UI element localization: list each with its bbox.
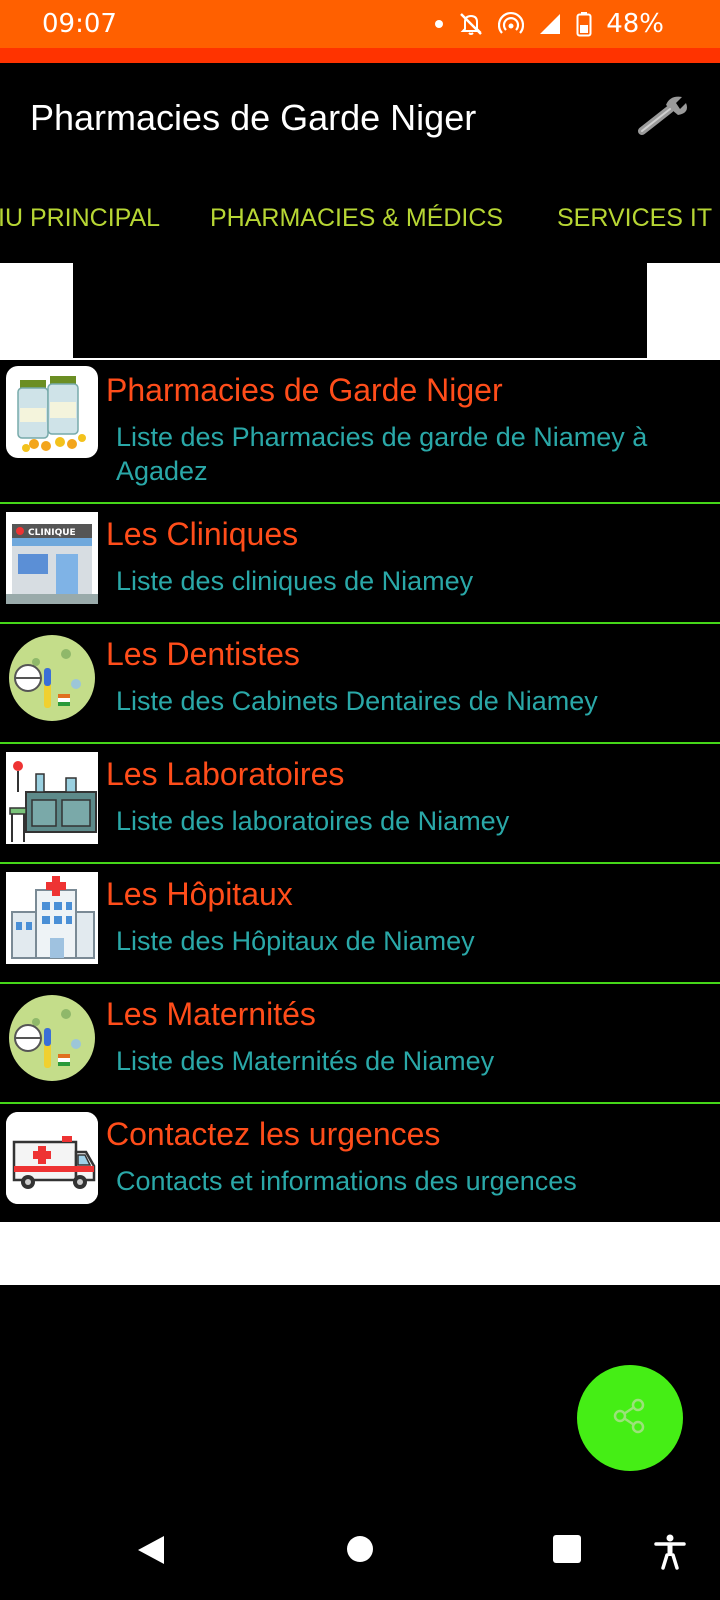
item-subtitle: Contacts et informations des urgences [116,1166,577,1196]
battery-percent: 48% [606,9,664,39]
battery-icon [576,11,592,37]
ambulance-icon [6,1112,98,1204]
list-item-urgences[interactable]: Contactez les urgences Contacts et infor… [0,1104,720,1222]
bell-off-icon [458,11,484,37]
item-title: Les Hôpitaux [106,876,293,912]
accessibility-icon[interactable] [654,1534,686,1575]
ad-banner[interactable] [73,263,647,358]
list-item-laboratoires[interactable]: Les Laboratoires Liste des laboratoires … [0,744,720,864]
item-subtitle: Liste des Cabinets Dentaires de Niamey [116,686,598,716]
medical-globe-icon [6,992,98,1084]
status-divider [0,48,720,63]
item-title: Contactez les urgences [106,1116,441,1152]
list-item-maternites[interactable]: Les Maternités Liste des Maternités de N… [0,984,720,1104]
item-subtitle: Liste des Maternités de Niamey [116,1046,495,1076]
recents-icon[interactable] [552,1534,582,1569]
item-title: Les Maternités [106,996,316,1032]
list-item-pharmacies[interactable]: Pharmacies de Garde Niger Liste des Phar… [0,360,720,504]
item-subtitle: Liste des Hôpitaux de Niamey [116,926,475,956]
item-subtitle: Liste des Pharmacies de garde de Niamey … [116,422,648,486]
share-icon [610,1396,650,1441]
item-subtitle: Liste des cliniques de Niamey [116,566,474,596]
laboratory-icon [6,752,98,844]
item-title: Les Cliniques [106,516,299,552]
app-title: Pharmacies de Garde Niger [30,97,477,138]
banner-margin-right [647,263,720,358]
item-subtitle: Liste des laboratoires de Niamey [116,806,510,836]
services-list: Pharmacies de Garde Niger Liste des Phar… [0,360,720,1222]
status-time: 09:07 [42,9,117,39]
vitamin-bottles-icon [6,366,98,458]
item-title: Pharmacies de Garde Niger [106,372,503,408]
hospital-icon [6,872,98,964]
dot-icon [434,19,444,29]
svg-text:CLINIQUE: CLINIQUE [28,528,76,538]
list-item-hopitaux[interactable]: Les Hôpitaux Liste des Hôpitaux de Niame… [0,864,720,984]
signal-icon [538,12,562,36]
list-item-dentistes[interactable]: Les Dentistes Liste des Cabinets Dentair… [0,624,720,744]
clinic-building-icon: CLINIQUE [6,512,98,604]
banner-margin-left [0,263,73,358]
back-icon[interactable] [136,1534,166,1571]
wrench-icon[interactable] [636,93,692,142]
home-icon[interactable] [345,1534,375,1569]
tab-services-it[interactable]: SERVICES IT [557,204,712,233]
tab-menu-principal[interactable]: IU PRINCIPAL [0,204,160,233]
share-button[interactable] [577,1365,683,1471]
app-bar: Pharmacies de Garde Niger [0,63,720,173]
tab-pharmacies-medics[interactable]: PHARMACIES & MÉDICS [210,204,503,233]
medical-globe-icon [6,632,98,724]
item-title: Les Laboratoires [106,756,345,792]
tab-bar: IU PRINCIPAL PHARMACIES & MÉDICS SERVICE… [0,173,720,263]
status-bar: 09:07 48% [0,0,720,48]
hotspot-icon [498,11,525,37]
system-nav-bar [0,1500,720,1600]
bottom-banner [0,1222,720,1285]
list-item-cliniques[interactable]: CLINIQUE Les Cliniques Liste des cliniqu… [0,504,720,624]
item-title: Les Dentistes [106,636,300,672]
